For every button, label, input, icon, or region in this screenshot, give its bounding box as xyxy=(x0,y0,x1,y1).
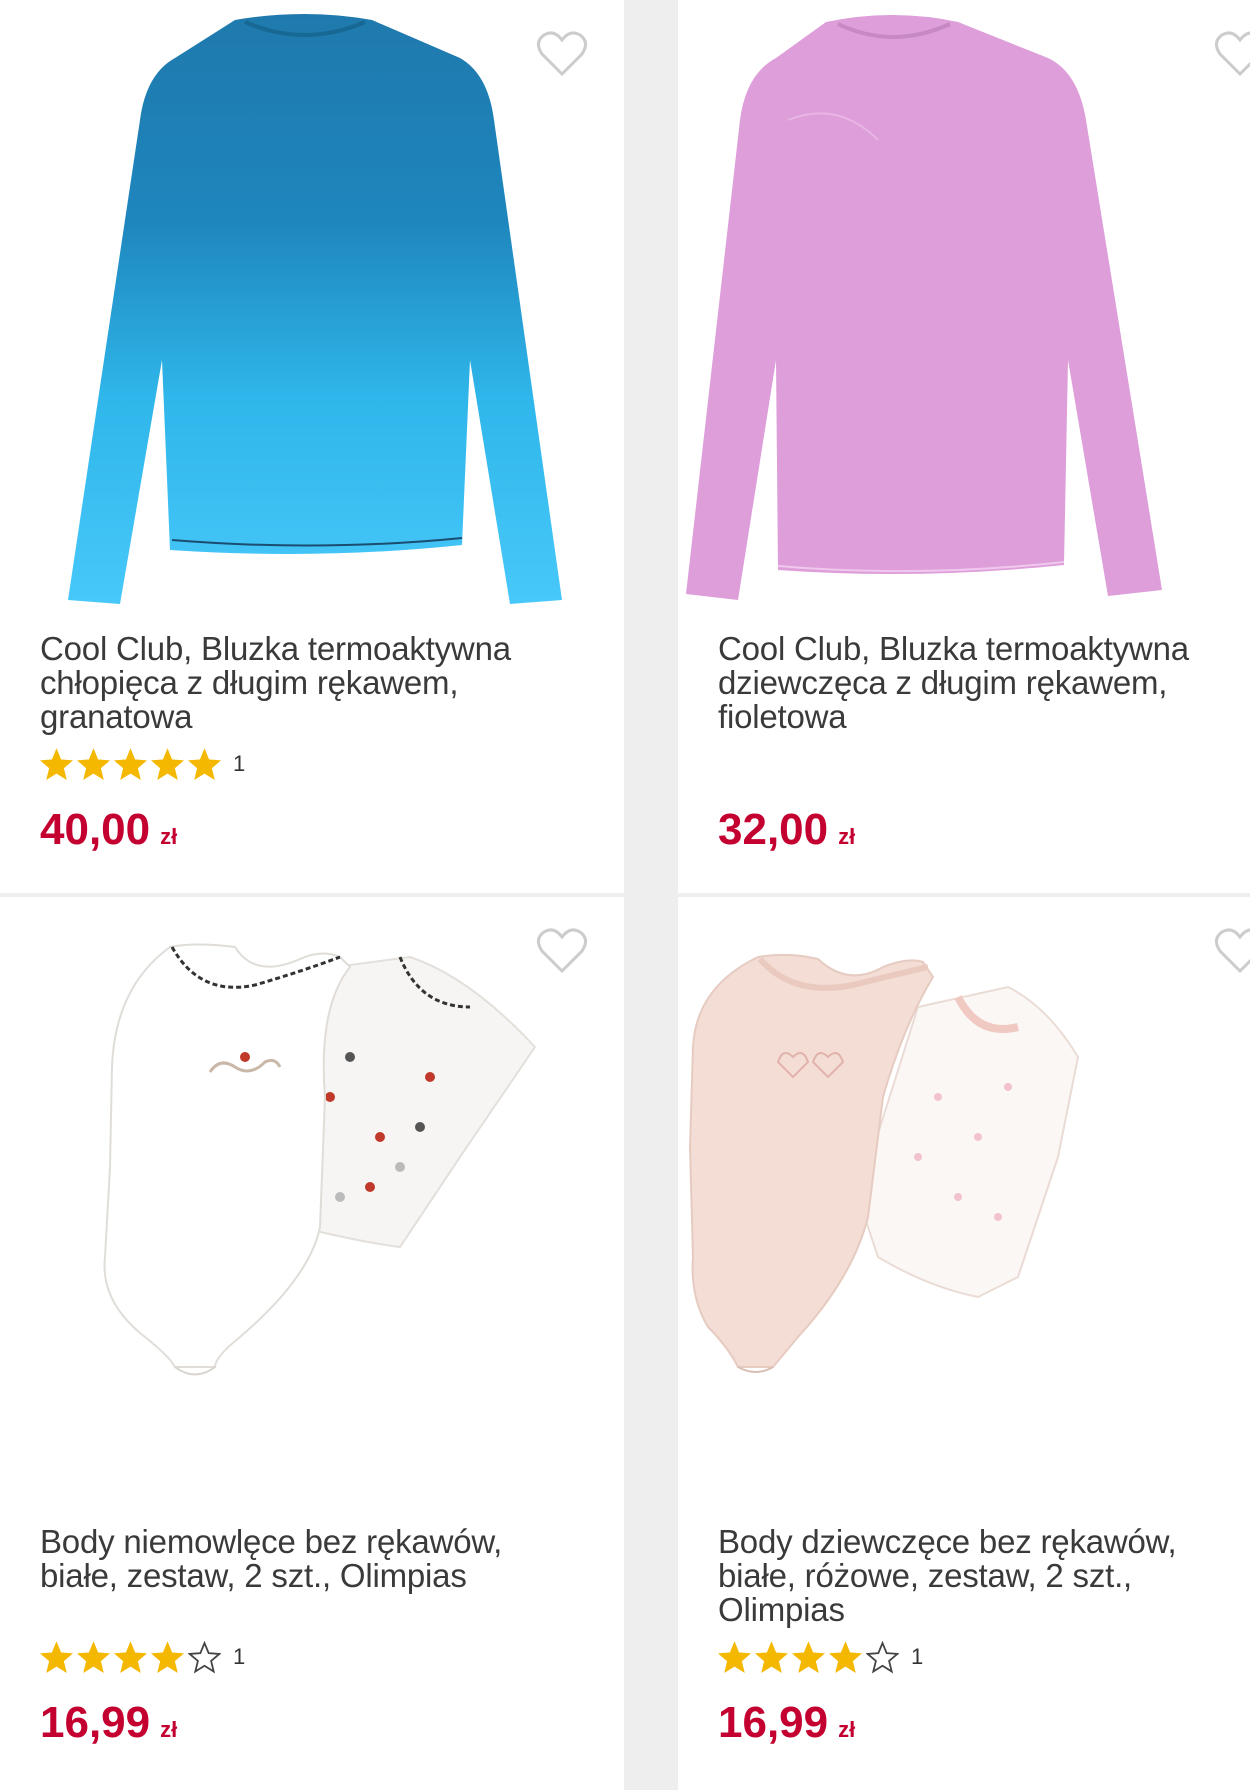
heart-icon[interactable] xyxy=(1214,927,1250,975)
star-filled-icon xyxy=(40,747,73,780)
product-title[interactable]: Body niemowlęce bez rękawów, białe, zest… xyxy=(40,1525,594,1593)
product-title[interactable]: Cool Club, Bluzka termoaktywna chłopięca… xyxy=(40,632,594,734)
star-filled-icon xyxy=(792,1640,825,1673)
star-filled-icon xyxy=(151,747,184,780)
star-filled-icon xyxy=(718,1640,751,1673)
product-card[interactable]: Body dziewczęce bez rękawów, białe, różo… xyxy=(678,897,1250,1790)
rating-count: 1 xyxy=(233,1644,246,1669)
rating-count: 1 xyxy=(911,1644,924,1669)
product-image[interactable] xyxy=(678,897,1250,1487)
product-card[interactable]: Cool Club, Bluzka termoaktywna dziewczęc… xyxy=(678,0,1250,893)
star-filled-icon xyxy=(40,1640,73,1673)
product-title[interactable]: Body dziewczęce bez rękawów, białe, różo… xyxy=(718,1525,1220,1627)
star-filled-icon xyxy=(77,747,110,780)
product-title[interactable]: Cool Club, Bluzka termoaktywna dziewczęc… xyxy=(718,632,1220,734)
star-filled-icon xyxy=(755,1640,788,1673)
star-filled-icon xyxy=(114,747,147,780)
rating-stars: 1 xyxy=(40,747,245,781)
rating-stars: 1 xyxy=(718,1640,923,1674)
heart-icon[interactable] xyxy=(536,30,588,78)
star-filled-icon xyxy=(151,1640,184,1673)
product-card[interactable]: Cool Club, Bluzka termoaktywna chłopięca… xyxy=(0,0,624,893)
heart-icon[interactable] xyxy=(536,927,588,975)
product-card[interactable]: Body niemowlęce bez rękawów, białe, zest… xyxy=(0,897,624,1790)
star-filled-icon xyxy=(77,1640,110,1673)
rating-stars: 1 xyxy=(40,1640,245,1674)
star-empty-icon xyxy=(188,1640,221,1673)
heart-icon[interactable] xyxy=(1214,30,1250,78)
star-filled-icon xyxy=(114,1640,147,1673)
star-filled-icon xyxy=(829,1640,862,1673)
star-filled-icon xyxy=(188,747,221,780)
product-image[interactable] xyxy=(0,897,624,1487)
star-empty-icon xyxy=(866,1640,899,1673)
product-image[interactable] xyxy=(678,0,1250,620)
product-price: 32,00 zł xyxy=(718,805,856,854)
product-image[interactable] xyxy=(0,0,624,620)
product-price: 16,99 zł xyxy=(40,1698,178,1747)
product-price: 16,99 zł xyxy=(718,1698,856,1747)
product-price: 40,00 zł xyxy=(40,805,178,854)
rating-count: 1 xyxy=(233,751,246,776)
